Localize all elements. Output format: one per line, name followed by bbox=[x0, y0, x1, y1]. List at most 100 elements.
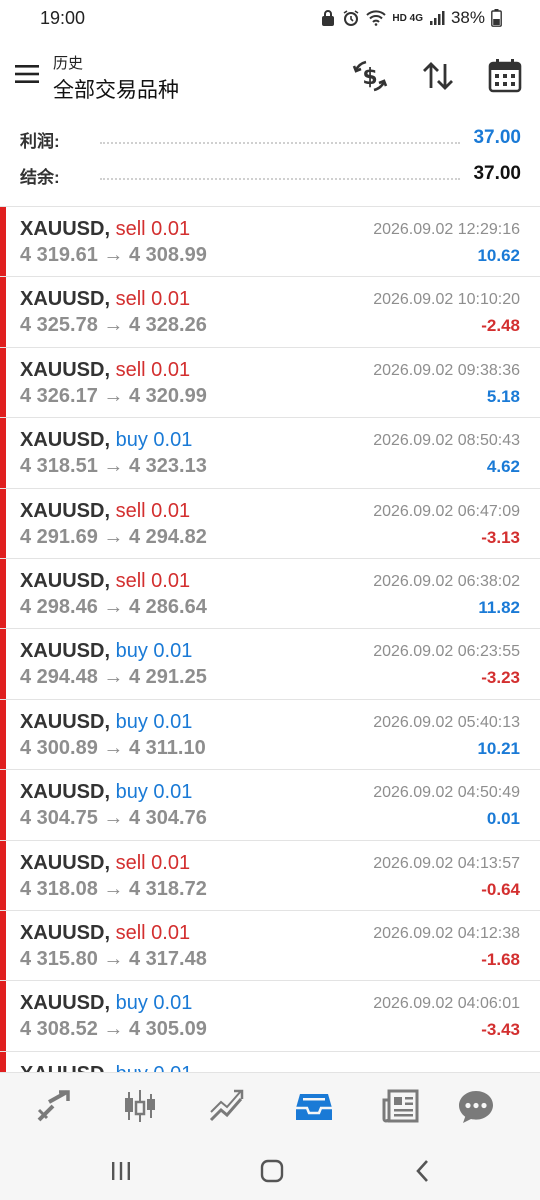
news-icon bbox=[382, 1089, 419, 1123]
trade-type-indicator bbox=[0, 770, 6, 840]
trade-profit: -1.68 bbox=[481, 949, 520, 969]
arrow-right-icon: → bbox=[103, 525, 129, 548]
trade-time: 2026.09.02 06:23:55 bbox=[373, 643, 520, 661]
sort-icon bbox=[423, 62, 453, 90]
system-navigation-bar bbox=[0, 1138, 540, 1200]
symbol-name: XAUUSD, bbox=[20, 499, 111, 522]
trade-row[interactable]: XAUUSD, sell 0.01 4 325.78 → 4 328.26 20… bbox=[0, 277, 540, 348]
trade-profit: 10.62 bbox=[477, 246, 520, 265]
trade-type-indicator bbox=[0, 418, 6, 488]
trade-row[interactable]: XAUUSD, buy 0.01 4 300.89 → 4 311.10 202… bbox=[0, 699, 540, 771]
trade-row[interactable]: XAUUSD, sell 0.01 4 326.17 → 4 320.99 20… bbox=[0, 347, 540, 419]
nav-history[interactable] bbox=[294, 1086, 334, 1126]
open-price: 4 308.52 bbox=[20, 1018, 98, 1041]
currency-exchange-button[interactable]: $ bbox=[350, 56, 390, 96]
trade-history-list[interactable]: XAUUSD, sell 0.01 4 319.61 → 4 308.99 20… bbox=[0, 206, 540, 1072]
trade-row[interactable]: XAUUSD, buy 0.01 4 304.75 → 4 304.76 202… bbox=[0, 770, 540, 841]
trade-row[interactable]: XAUUSD, buy 0.01 4 294.48 → 4 291.25 202… bbox=[0, 629, 540, 700]
open-price: 4 326.17 bbox=[20, 384, 98, 407]
symbol-name: XAUUSD, bbox=[20, 851, 111, 874]
trade-type-indicator bbox=[0, 910, 6, 981]
trade-side-lot: buy 0.01 bbox=[115, 429, 193, 452]
battery-icon bbox=[491, 9, 502, 27]
page-title[interactable]: 全部交易品种 bbox=[53, 74, 179, 104]
nav-quotes[interactable] bbox=[33, 1086, 73, 1126]
menu-button[interactable] bbox=[10, 56, 46, 92]
trade-side-lot: sell 0.01 bbox=[115, 218, 191, 240]
trade-profit: -3.23 bbox=[481, 668, 520, 688]
arrow-right-icon: → bbox=[103, 807, 129, 830]
nav-news[interactable] bbox=[381, 1086, 421, 1126]
trade-time: 2026.09.02 04:13:57 bbox=[373, 854, 520, 872]
svg-text:$: $ bbox=[362, 65, 377, 90]
trade-row[interactable]: XAUUSD, buy 0.01 bbox=[0, 1051, 540, 1072]
trade-icon bbox=[209, 1089, 244, 1122]
symbol-name: XAUUSD, bbox=[20, 569, 111, 592]
trade-type-indicator bbox=[0, 207, 6, 277]
trade-type-indicator bbox=[0, 488, 6, 558]
lock-icon bbox=[320, 9, 336, 27]
trade-time: 2026.09.02 05:40:13 bbox=[373, 713, 520, 731]
close-price: 4 323.13 bbox=[128, 455, 207, 478]
trade-row[interactable]: XAUUSD, sell 0.01 4 318.08 → 4 318.72 20… bbox=[0, 840, 540, 911]
alarm-icon bbox=[342, 9, 360, 27]
open-price: 4 319.61 bbox=[20, 244, 98, 266]
arrow-right-icon: → bbox=[103, 314, 129, 337]
trade-symbol: XAUUSD, sell 0.01 bbox=[20, 218, 190, 241]
arrow-right-icon: → bbox=[103, 455, 129, 478]
close-price: 4 311.10 bbox=[128, 736, 206, 759]
trade-row[interactable]: XAUUSD, sell 0.01 4 291.69 → 4 294.82 20… bbox=[0, 488, 540, 559]
nav-chat[interactable] bbox=[456, 1086, 496, 1126]
home-button[interactable] bbox=[257, 1156, 287, 1186]
trade-row[interactable]: XAUUSD, sell 0.01 4 298.46 → 4 286.64 20… bbox=[0, 558, 540, 630]
close-price: 4 291.25 bbox=[128, 666, 207, 689]
quotes-icon bbox=[37, 1090, 70, 1122]
open-price: 4 291.69 bbox=[20, 525, 98, 548]
page-subtitle: 历史 bbox=[53, 55, 84, 72]
trade-prices: 4 298.46 → 4 286.64 bbox=[20, 596, 207, 619]
trade-type-indicator bbox=[0, 558, 6, 629]
back-button[interactable] bbox=[408, 1156, 438, 1186]
arrow-right-icon: → bbox=[103, 736, 129, 759]
dotted-leader bbox=[100, 142, 460, 144]
trade-type-indicator bbox=[0, 699, 6, 770]
trade-time: 2026.09.02 06:38:02 bbox=[373, 572, 520, 590]
arrow-right-icon: → bbox=[103, 877, 129, 900]
app-header: 历史 全部交易品种 $ bbox=[0, 40, 540, 115]
trade-type-indicator bbox=[0, 1051, 6, 1072]
arrow-right-icon: → bbox=[103, 1018, 129, 1041]
trade-profit: -0.64 bbox=[481, 879, 520, 899]
chart-candles-icon bbox=[125, 1090, 155, 1122]
open-price: 4 315.80 bbox=[20, 947, 98, 970]
trade-time: 2026.09.02 12:29:16 bbox=[373, 221, 520, 238]
nav-trade[interactable] bbox=[207, 1086, 247, 1126]
close-price: 4 317.48 bbox=[128, 947, 207, 970]
trade-row[interactable]: XAUUSD, buy 0.01 4 308.52 → 4 305.09 202… bbox=[0, 981, 540, 1052]
profit-value: 37.00 bbox=[473, 127, 521, 148]
trade-row[interactable]: XAUUSD, sell 0.01 4 319.61 → 4 308.99 20… bbox=[0, 207, 540, 278]
close-price: 4 294.82 bbox=[128, 525, 207, 548]
calendar-button[interactable] bbox=[485, 56, 525, 96]
trade-side-lot: sell 0.01 bbox=[115, 288, 191, 311]
trade-row[interactable]: XAUUSD, buy 0.01 4 318.51 → 4 323.13 202… bbox=[0, 418, 540, 489]
close-price: 4 286.64 bbox=[128, 595, 207, 618]
close-price: 4 308.99 bbox=[128, 244, 207, 266]
status-icons: HD 4G 38% bbox=[320, 8, 502, 28]
trade-profit: 5.18 bbox=[486, 386, 520, 406]
arrow-right-icon: → bbox=[103, 595, 129, 618]
trade-type-indicator bbox=[0, 277, 6, 347]
sort-button[interactable] bbox=[418, 56, 458, 96]
nav-chart[interactable] bbox=[120, 1086, 160, 1126]
trade-symbol: XAUUSD, buy 0.01 bbox=[20, 992, 192, 1015]
trade-type-indicator bbox=[0, 347, 6, 418]
open-price: 4 304.75 bbox=[20, 807, 98, 830]
close-price: 4 328.26 bbox=[128, 314, 207, 337]
recent-apps-button[interactable] bbox=[106, 1156, 136, 1186]
home-icon bbox=[260, 1159, 284, 1183]
trade-prices: 4 294.48 → 4 291.25 bbox=[20, 666, 207, 689]
signal-icon bbox=[429, 10, 445, 26]
trade-profit: -2.48 bbox=[481, 316, 520, 336]
trade-symbol: XAUUSD, buy 0.01 bbox=[20, 781, 192, 804]
symbol-name: XAUUSD, bbox=[20, 288, 111, 311]
trade-row[interactable]: XAUUSD, sell 0.01 4 315.80 → 4 317.48 20… bbox=[0, 910, 540, 982]
